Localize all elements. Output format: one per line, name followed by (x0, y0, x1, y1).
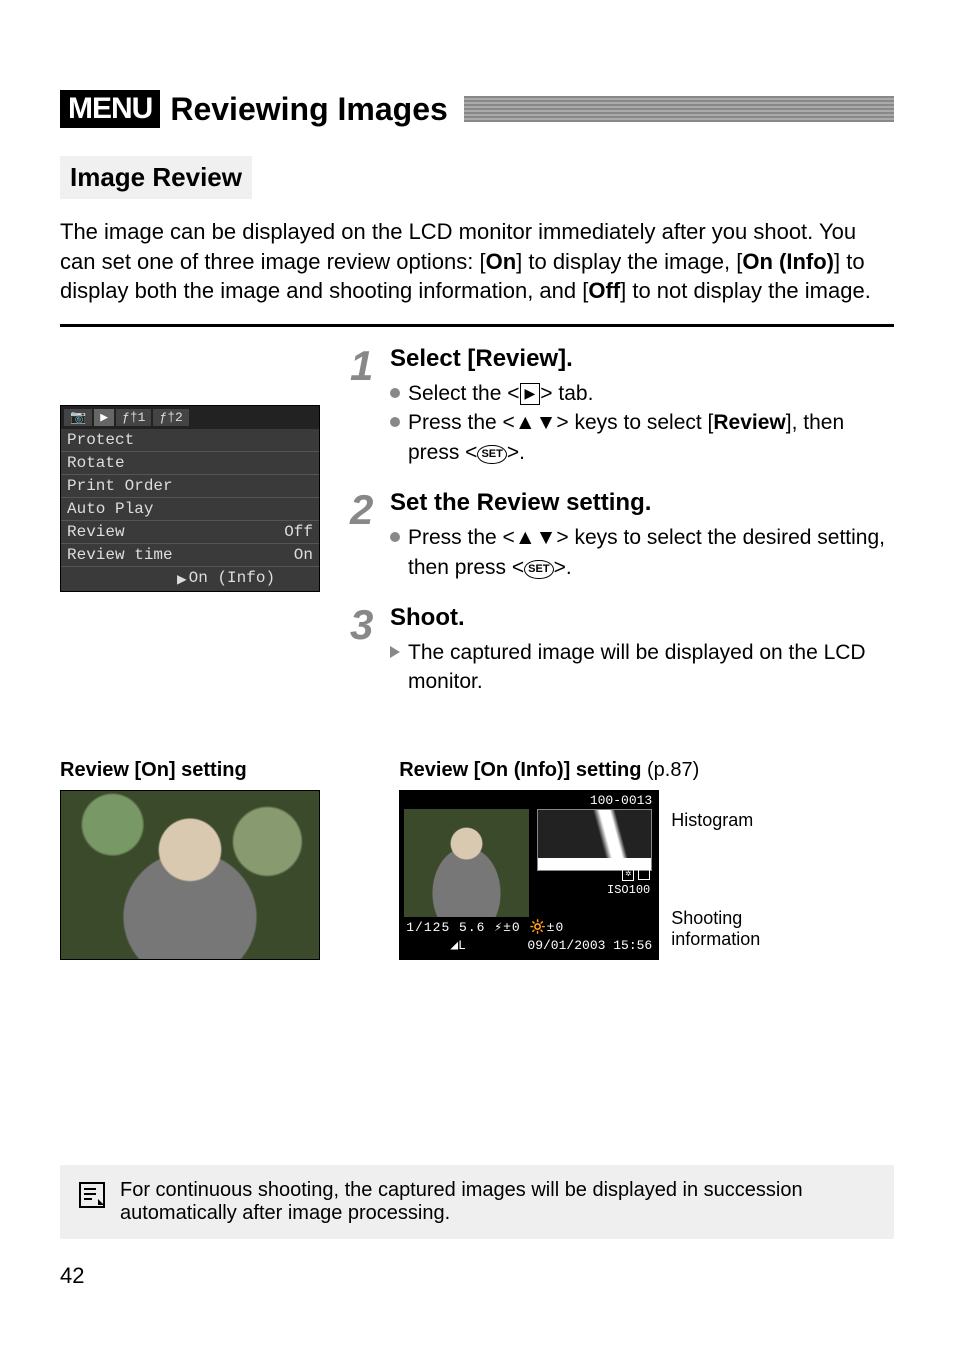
info-thumbnail (404, 809, 529, 917)
bullet-icon (390, 532, 400, 542)
info-exposure-line: 1/125 5.6 ⚡±0 🔆±0 (406, 920, 564, 935)
example-photo (60, 790, 320, 960)
lcd-label: Auto Play (67, 500, 153, 518)
step-line: Select the <▶> tab. (390, 379, 894, 408)
annotated-info-screen: 100-0013 ✲ ISO100 1/125 5.6 ⚡±0 🔆±0 ◢L 0… (399, 790, 894, 960)
lcd-row-print-order: Print Order (61, 475, 319, 498)
intro-paragraph: The image can be displayed on the LCD mo… (60, 217, 894, 306)
lcd-menu-screenshot: 📷 ▶ ƒ†1 ƒ†2 Protect Rotate Print Order A… (60, 405, 320, 592)
annotation-labels: Histogram Shooting information (671, 790, 811, 960)
info-icons-row: ✲ (622, 867, 650, 881)
example-caption: Review [On (Info)] setting (p.87) (399, 759, 894, 782)
page-title: Reviewing Images (170, 91, 447, 128)
menu-badge: MENU (60, 90, 160, 128)
lcd-row-auto-play: Auto Play (61, 498, 319, 521)
lcd-label: Print Order (67, 477, 173, 495)
lcd-label: Protect (67, 431, 134, 449)
lcd-label: Rotate (67, 454, 125, 472)
info-datetime: 09/01/2003 15:56 (527, 938, 652, 953)
example-caption-bold: Review [On (Info)] setting (399, 759, 641, 781)
lcd-caret-icon: ▶ (177, 569, 187, 589)
step-number: 1 (350, 345, 380, 467)
info-quality: ◢L (450, 938, 466, 953)
ann-histogram-label: Histogram (671, 810, 811, 831)
step-number: 3 (350, 604, 380, 697)
lcd-value: On (294, 546, 313, 564)
lcd-tabs: 📷 ▶ ƒ†1 ƒ†2 (61, 406, 319, 429)
lcd-selected-value: On (Info) (189, 569, 275, 589)
example-on-info: Review [On (Info)] setting (p.87) 100-00… (399, 759, 894, 960)
step-title: Set the Review setting. (390, 489, 894, 517)
info-iso: ISO100 (607, 883, 650, 897)
page-title-row: MENU Reviewing Images (60, 90, 894, 128)
step-2: 2 Set the Review setting. Press the <▲▼>… (350, 489, 894, 582)
example-caption-light: (p.87) (641, 759, 699, 781)
step-line-text: The captured image will be displayed on … (408, 638, 894, 697)
step-title: Select [Review]. (390, 345, 894, 373)
lcd-value: Off (284, 523, 313, 541)
note-icon (78, 1181, 106, 1209)
step-line: The captured image will be displayed on … (390, 638, 894, 697)
example-caption: Review [On] setting (60, 759, 369, 782)
lcd-tab-play: ▶ (94, 409, 114, 426)
lcd-row-review: Review Off (61, 521, 319, 544)
step-number: 2 (350, 489, 380, 582)
set-button-icon: SET (524, 560, 553, 579)
title-bar-decor (464, 96, 894, 122)
info-histogram (537, 809, 652, 871)
lcd-row-review-time: Review time On (61, 544, 319, 567)
example-on: Review [On] setting (60, 759, 369, 960)
step-line: Press the <▲▼> keys to select the desire… (390, 523, 894, 582)
updown-icon: ▲▼ (515, 411, 557, 434)
lcd-tab-camera: 📷 (64, 409, 92, 426)
step-title: Shoot. (390, 604, 894, 632)
lcd-label: Review (67, 523, 125, 541)
footnote-text: For continuous shooting, the captured im… (120, 1179, 876, 1225)
footnote-box: For continuous shooting, the captured im… (60, 1165, 894, 1239)
lcd-column: 📷 ▶ ƒ†1 ƒ†2 Protect Rotate Print Order A… (60, 345, 320, 592)
info-file-number: 100-0013 (590, 793, 652, 808)
page-number: 42 (60, 1263, 84, 1289)
step-1: 1 Select [Review]. Select the <▶> tab. P… (350, 345, 894, 467)
lcd-row-rotate: Rotate (61, 452, 319, 475)
lcd-tab-ft1: ƒ†1 (116, 409, 151, 426)
examples-row: Review [On] setting Review [On (Info)] s… (60, 759, 894, 960)
divider (60, 324, 894, 327)
play-tab-icon: ▶ (520, 383, 541, 405)
bullet-icon (390, 417, 400, 427)
result-bullet-icon (390, 646, 400, 658)
info-screen: 100-0013 ✲ ISO100 1/125 5.6 ⚡±0 🔆±0 ◢L 0… (399, 790, 659, 960)
bullet-icon (390, 388, 400, 398)
steps-column: 1 Select [Review]. Select the <▶> tab. P… (350, 345, 894, 719)
lcd-label: Review time (67, 546, 173, 564)
lcd-row-protect: Protect (61, 429, 319, 452)
updown-icon: ▲▼ (515, 526, 557, 549)
card-icon (638, 867, 650, 880)
steps-area: 📷 ▶ ƒ†1 ƒ†2 Protect Rotate Print Order A… (60, 345, 894, 719)
ann-shooting-label: Shooting information (671, 908, 811, 949)
lcd-tab-ft2: ƒ†2 (153, 409, 188, 426)
section-subheading: Image Review (60, 156, 252, 199)
lcd-row-selected: ▶ On (Info) (61, 567, 319, 591)
exposure-lock-icon: ✲ (622, 867, 634, 881)
set-button-icon: SET (477, 445, 506, 464)
step-line: Press the <▲▼> keys to select [Review], … (390, 408, 894, 467)
step-3: 3 Shoot. The captured image will be disp… (350, 604, 894, 697)
